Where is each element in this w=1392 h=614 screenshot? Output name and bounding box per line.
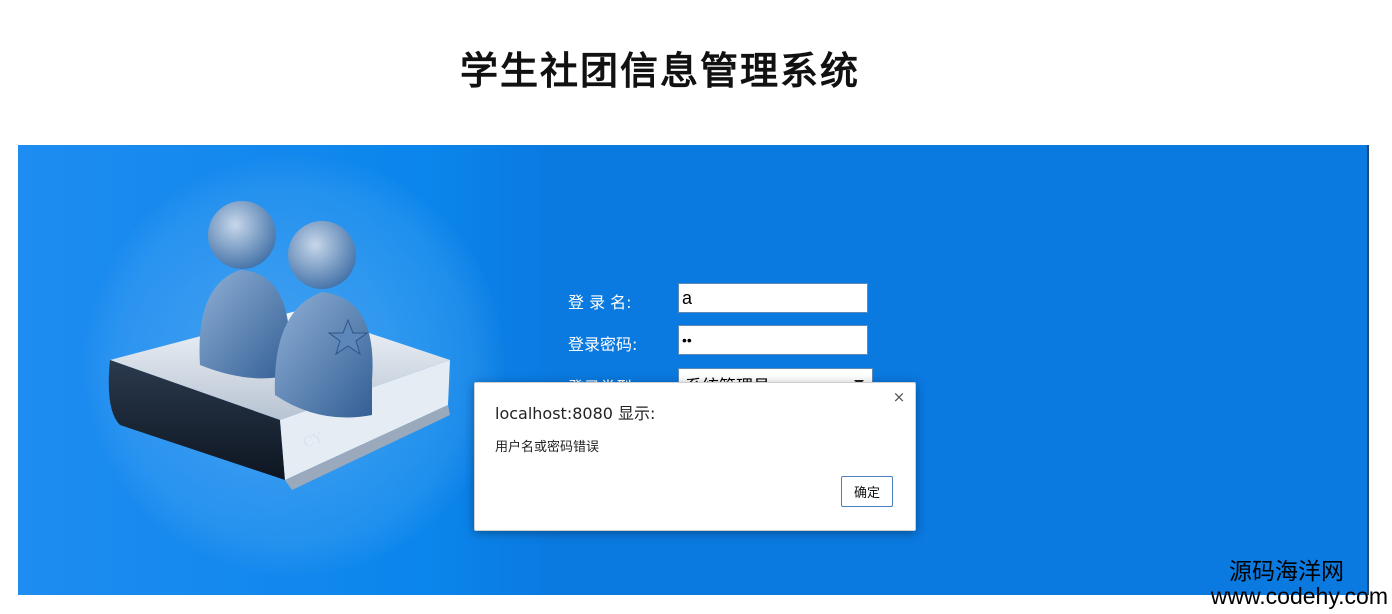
- password-input[interactable]: [678, 325, 868, 355]
- alert-title: localhost:8080 显示:: [495, 404, 656, 423]
- users-illustration-icon: CY: [108, 201, 450, 490]
- alert-message: 用户名或密码错误: [495, 440, 600, 455]
- password-label: 登录密码:: [568, 335, 638, 354]
- watermark-name: 源码海洋网: [1229, 558, 1344, 584]
- ok-button[interactable]: 确定: [841, 476, 893, 507]
- alert-dialog: localhost:8080 显示: × 用户名或密码错误 确定: [474, 382, 916, 531]
- close-icon[interactable]: ×: [892, 390, 906, 405]
- panel-edge: [1367, 145, 1369, 595]
- username-label: 登 录 名:: [568, 293, 632, 312]
- watermark-url: www.codehy.com: [1210, 583, 1388, 609]
- page-title: 学生社团信息管理系统: [459, 48, 860, 93]
- login-page: 学生社团信息管理系统 CY 登 录 名: a 登录密码: •• localhos…: [0, 0, 1392, 614]
- watermark: 源码海洋网 www.codehy.com: [1211, 558, 1388, 608]
- username-input[interactable]: [678, 283, 868, 313]
